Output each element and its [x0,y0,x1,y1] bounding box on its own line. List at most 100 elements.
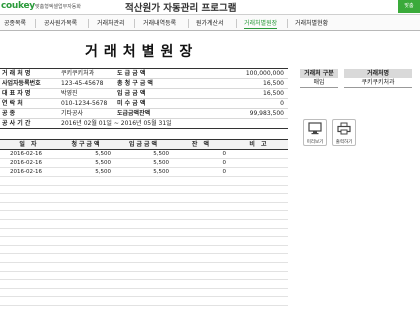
preview-button[interactable]: 미리보기 [303,119,327,146]
empty-cell [230,185,288,195]
info-row: 거 래 처 명 쿠키쿠키처과 도 급 금 액 100,000,000 [0,68,288,79]
empty-cell [58,210,115,220]
contract-amount-label: 도 급 금 액 [115,68,173,79]
menu-item-cost-statement[interactable]: 원가계산서 [196,18,224,29]
empty-cell [0,271,58,281]
empty-cell [58,288,115,298]
empty-cell [230,236,288,246]
empty-table-row [0,236,288,246]
empty-table-row [0,245,288,255]
billed-column-header: 청구금액 [58,139,115,150]
business-number-label: 사업자등록번호 [0,78,58,89]
note-cell [230,167,288,177]
ceo-name-label: 대 표 자 명 [0,88,58,99]
billed-cell: 5,500 [58,167,115,177]
empty-cell [0,219,58,229]
empty-cell [115,210,173,220]
empty-table-row [0,202,288,212]
billed-cell: 5,500 [58,149,115,159]
empty-cell [230,176,288,186]
empty-cell [115,288,173,298]
deposit-column-header: 입금금액 [115,139,173,150]
empty-cell [173,236,230,246]
empty-cell [58,202,115,212]
empty-table-row [0,176,288,186]
empty-cell [230,193,288,203]
empty-cell [115,219,173,229]
menu-item-cost-list[interactable]: 공사원가목록 [44,18,77,29]
client-name-select[interactable]: 쿠키쿠키처과 [344,78,412,88]
table-row[interactable]: 2016-02-16 5,500 5,500 0 [0,167,288,177]
empty-cell [58,193,115,203]
empty-cell [230,253,288,263]
print-button[interactable]: 출력하기 [332,119,356,146]
date-column-header: 일 자 [0,139,58,150]
menu-item-work-types[interactable]: 공종목록 [4,18,26,29]
work-type-label: 공 종 [0,108,58,119]
balance-column-header: 잔 액 [173,139,230,150]
menu-separator [88,19,89,28]
empty-cell [0,253,58,263]
empty-table-row [0,219,288,229]
app-title: 적산원가 자동관리 프로그램 [125,3,237,14]
note-column-header: 비 고 [230,139,288,150]
client-type-header: 거래처 구분 [300,69,338,78]
client-type-select[interactable]: 매입 [300,78,338,88]
empty-cell [115,245,173,255]
empty-cell [58,296,115,306]
period-label: 공 사 기 간 [0,118,58,129]
empty-table-row [0,228,288,238]
contact-label: 연 락 처 [0,98,58,109]
menu-item-client-ledger[interactable]: 거래처별원장 [244,18,278,29]
ceo-name-value: 박영진 [58,88,115,99]
empty-cell [230,210,288,220]
logo-subtitle: 맞춤형엑셀업무자동화 [35,4,82,10]
contract-balance-label: 도급금액잔액 [115,108,173,119]
empty-cell [0,193,58,203]
menu-item-transaction-entry[interactable]: 거래내역등록 [143,18,176,29]
ledger-table: 일 자 청구금액 입금금액 잔 액 비 고 2016-02-16 5,500 5… [0,139,288,306]
empty-cell [173,279,230,289]
deposit-amount-label: 입 금 금 액 [115,88,173,99]
empty-cell [58,271,115,281]
empty-cell [58,228,115,238]
table-row[interactable]: 2016-02-16 5,500 5,500 0 [0,158,288,168]
receivable-value: 0 [173,98,288,109]
empty-cell [115,271,173,281]
contract-balance-value: 99,983,500 [173,108,288,119]
period-value: 2016년 02월 01일 ~ 2016년 05월 31일 [58,118,288,129]
menu-item-client-status[interactable]: 거래처별현황 [295,18,328,29]
deposit-cell: 5,500 [115,149,173,159]
empty-cell [0,210,58,220]
empty-cell [173,210,230,220]
preview-label: 미리보기 [306,140,324,145]
empty-cell [173,245,230,255]
empty-table-row [0,288,288,298]
custom-order-button[interactable]: 맞춤 [398,0,420,13]
empty-cell [115,296,173,306]
table-row[interactable]: 2016-02-16 5,500 5,500 0 [0,149,288,159]
empty-cell [173,296,230,306]
info-row: 공 종 기타공사 도급금액잔액 99,983,500 [0,108,288,119]
empty-table-row [0,271,288,281]
main-menu: 공종목록 공사원가목록 거래처관리 거래내역등록 원가계산서 거래처별원장 거래… [0,14,420,31]
menu-separator [236,19,237,28]
client-info-table: 거 래 처 명 쿠키쿠키처과 도 급 금 액 100,000,000 사업자등록… [0,68,288,129]
empty-cell [0,288,58,298]
work-type-value: 기타공사 [58,108,115,119]
empty-table-row [0,262,288,272]
empty-cell [0,279,58,289]
empty-cell [230,245,288,255]
empty-cell [115,262,173,272]
empty-cell [0,202,58,212]
deposit-cell: 5,500 [115,158,173,168]
balance-cell: 0 [173,167,230,177]
menu-item-client-management[interactable]: 거래처관리 [97,18,125,29]
empty-cell [58,176,115,186]
empty-cell [173,228,230,238]
empty-cell [115,185,173,195]
empty-cell [58,279,115,289]
menu-separator [134,19,135,28]
printer-icon [337,122,351,135]
empty-cell [173,219,230,229]
